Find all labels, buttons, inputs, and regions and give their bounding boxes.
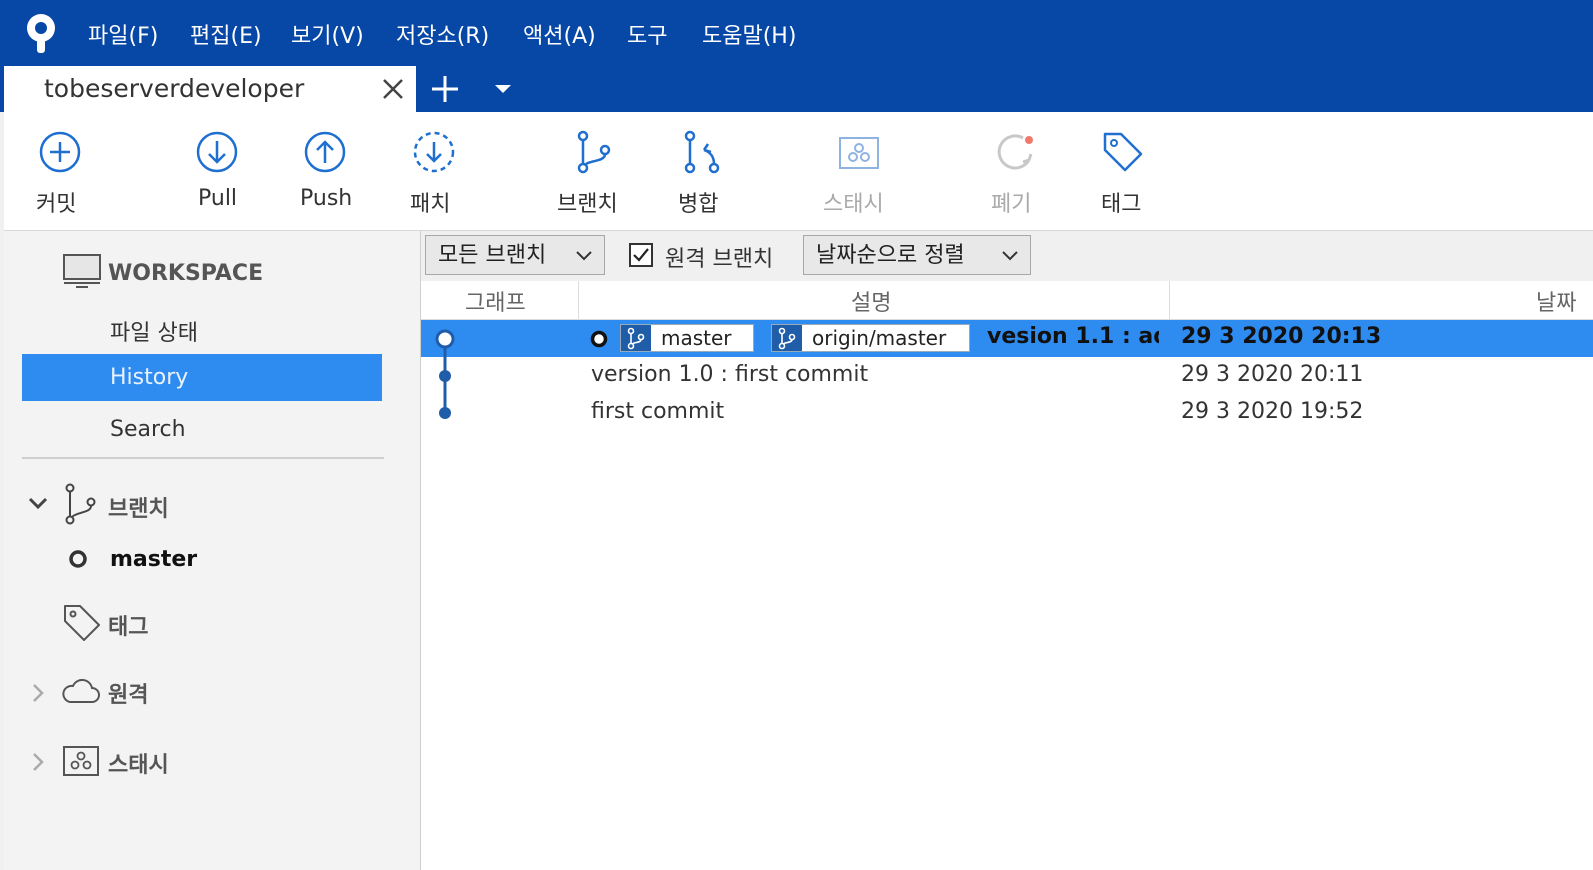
- sort-dropdown[interactable]: 날짜순으로 정렬: [803, 235, 1031, 275]
- checkmark-icon: [633, 248, 649, 262]
- merge-button[interactable]: 병합: [664, 112, 744, 230]
- sidebar-branch-master[interactable]: master: [110, 547, 197, 572]
- column-header-row: 그래프 설명 날짜: [421, 281, 1593, 320]
- branch-button[interactable]: 브랜치: [549, 112, 639, 230]
- sidebar-tags-header[interactable]: 태그: [108, 609, 148, 641]
- tag-icon: [64, 605, 100, 641]
- push-button[interactable]: Push: [294, 112, 384, 230]
- branch-filter-dropdown[interactable]: 모든 브랜치: [425, 235, 605, 275]
- column-header-description[interactable]: 설명: [851, 285, 891, 317]
- commit-button[interactable]: 커밋: [4, 112, 116, 230]
- tag-icon: [1103, 132, 1143, 172]
- toolbar: 커밋 Pull Push 패치 브랜치 병합 스태시 폐기 태그: [4, 112, 1593, 231]
- menu-actions[interactable]: 액션(A): [523, 18, 596, 50]
- discard-label: 폐기: [991, 192, 1032, 217]
- commit-description: first commit: [591, 399, 725, 424]
- discard-icon: [997, 134, 1033, 170]
- current-branch-icon: [69, 550, 87, 568]
- branch-icon: [772, 325, 802, 351]
- fetch-icon: [413, 131, 455, 173]
- sidebar-stashes-header[interactable]: 스태시: [108, 747, 169, 779]
- remote-branches-checkbox[interactable]: [629, 243, 653, 267]
- menu-bar: 파일(F) 편집(E) 보기(V) 저장소(R) 액션(A) 도구 도움말(H): [0, 0, 1593, 66]
- plus-circle-icon: [39, 131, 81, 173]
- column-header-date[interactable]: 날짜: [1536, 285, 1593, 317]
- chevron-down-icon: [576, 251, 592, 261]
- menu-tools[interactable]: 도구: [627, 18, 667, 50]
- sort-value: 날짜순으로 정렬: [816, 243, 965, 268]
- sourcetree-logo-icon: [27, 14, 55, 53]
- menu-view[interactable]: 보기(V): [291, 18, 364, 50]
- fetch-label: 패치: [410, 192, 451, 217]
- filter-bar: 모든 브랜치 원격 브랜치 날짜순으로 정렬: [421, 231, 1593, 282]
- menu-help[interactable]: 도움말(H): [702, 18, 796, 50]
- ref-badge-master[interactable]: master: [620, 324, 754, 352]
- menu-file[interactable]: 파일(F): [88, 18, 158, 50]
- column-header-graph[interactable]: 그래프: [465, 285, 526, 317]
- commit-label: 커밋: [36, 192, 77, 217]
- remote-branches-label: 원격 브랜치: [665, 247, 774, 272]
- stash-icon: [63, 746, 99, 776]
- merge-icon: [684, 130, 720, 174]
- commit-description: version 1.0 : first commit: [591, 362, 869, 387]
- branch-icon: [621, 325, 651, 351]
- tag-label: 태그: [1101, 192, 1142, 217]
- head-marker-icon: [590, 330, 608, 348]
- chevron-down-icon[interactable]: [494, 84, 512, 94]
- chevron-down-icon[interactable]: [28, 497, 48, 509]
- tag-button[interactable]: 태그: [1089, 112, 1169, 230]
- sidebar-item-history[interactable]: History: [22, 354, 382, 401]
- column-separator[interactable]: [1169, 281, 1170, 319]
- history-pane: 모든 브랜치 원격 브랜치 날짜순으로 정렬 그래프 설명 날짜 master …: [421, 231, 1593, 870]
- commit-date: 29 3 2020 20:11: [1181, 362, 1364, 387]
- arrow-up-circle-icon: [304, 131, 346, 173]
- branch-icon: [577, 130, 611, 174]
- sidebar-remotes-header[interactable]: 원격: [108, 677, 148, 709]
- stash-icon: [839, 137, 879, 169]
- ref-badge-origin-master[interactable]: origin/master: [771, 324, 970, 352]
- commit-row[interactable]: version 1.0 : first commit 29 3 2020 20:…: [421, 358, 1593, 395]
- commit-date: 29 3 2020 19:52: [1181, 399, 1364, 424]
- sidebar-item-file-status[interactable]: 파일 상태: [110, 315, 198, 347]
- commit-date: 29 3 2020 20:13: [1181, 324, 1382, 349]
- ref-badge-label: master: [661, 326, 732, 350]
- arrow-down-circle-icon: [196, 131, 238, 173]
- sidebar-divider: [22, 457, 384, 459]
- chevron-right-icon[interactable]: [32, 752, 44, 772]
- menu-repository[interactable]: 저장소(R): [396, 18, 489, 50]
- menu-edit[interactable]: 편집(E): [190, 18, 262, 50]
- sidebar-item-search[interactable]: Search: [110, 417, 186, 442]
- cloud-icon: [62, 678, 100, 703]
- chevron-right-icon[interactable]: [32, 683, 44, 703]
- tab-repository-label: tobeserverdeveloper: [44, 74, 305, 103]
- plus-icon[interactable]: [430, 74, 460, 104]
- stash-label: 스태시: [823, 192, 884, 217]
- branch-label: 브랜치: [557, 192, 618, 217]
- push-label: Push: [300, 186, 353, 211]
- pull-button[interactable]: Pull: [184, 112, 274, 230]
- commit-row[interactable]: first commit 29 3 2020 19:52: [421, 395, 1593, 432]
- commit-row[interactable]: master origin/master vesion 1.1 : add 29…: [421, 320, 1593, 357]
- chevron-down-icon: [1002, 251, 1018, 261]
- sidebar-branches-header[interactable]: 브랜치: [108, 491, 169, 523]
- commit-graph: [435, 329, 455, 419]
- monitor-icon: [63, 254, 101, 288]
- tab-repository[interactable]: tobeserverdeveloper: [4, 66, 416, 112]
- commit-description: vesion 1.1 : add: [987, 324, 1159, 349]
- pull-label: Pull: [198, 186, 238, 211]
- merge-label: 병합: [678, 192, 719, 217]
- close-icon[interactable]: [380, 76, 406, 102]
- branch-icon: [65, 483, 96, 525]
- discard-button[interactable]: 폐기: [979, 112, 1059, 230]
- stash-button[interactable]: 스태시: [809, 112, 909, 230]
- ref-badge-label: origin/master: [812, 326, 947, 350]
- sidebar-item-history-label: History: [110, 365, 189, 390]
- sidebar-workspace-header: WORKSPACE: [108, 261, 264, 286]
- column-separator[interactable]: [578, 281, 579, 319]
- branch-filter-value: 모든 브랜치: [438, 243, 547, 268]
- fetch-button[interactable]: 패치: [404, 112, 484, 230]
- sidebar: WORKSPACE 파일 상태 History Search 브랜치 maste…: [4, 231, 421, 870]
